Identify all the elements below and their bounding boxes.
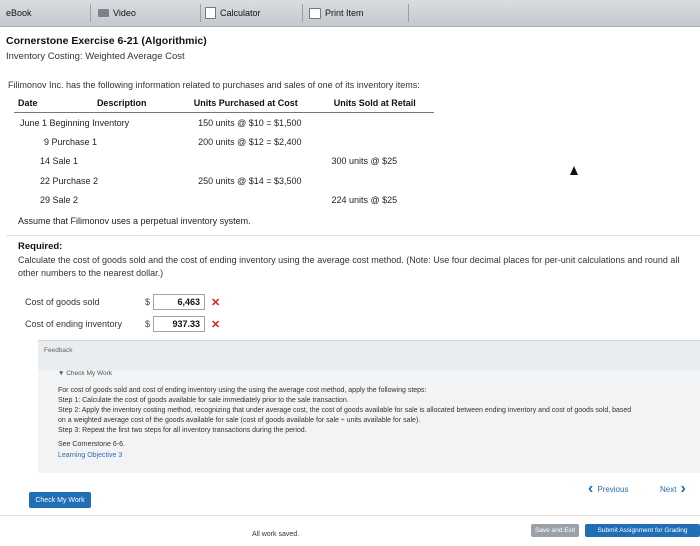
feedback-step-3: Step 3: Repeat the first two steps for a…	[58, 427, 307, 434]
cell-date: 9	[44, 137, 50, 148]
toolbar-divider	[408, 4, 409, 22]
page-title: Cornerstone Exercise 6-21 (Algorithmic)	[6, 35, 207, 47]
previous-label: Previous	[597, 484, 629, 494]
toolbar-divider	[200, 4, 201, 22]
check-my-work-button[interactable]: Check My Work	[29, 492, 91, 508]
table-header-row: Date Description Units Purchased at Cost…	[14, 94, 434, 113]
ending-inventory-input[interactable]: 937.33	[153, 316, 205, 332]
feedback-header[interactable]: Feedback	[38, 340, 700, 371]
print-button[interactable]: Print Item	[309, 0, 364, 26]
chevron-left-icon: ‹	[588, 480, 594, 497]
toolbar-divider	[302, 4, 303, 22]
column-header-description: Description	[67, 94, 177, 113]
column-header-date: Date	[14, 94, 68, 113]
feedback-line: For cost of goods sold and cost of endin…	[58, 387, 427, 394]
next-button[interactable]: Next ›	[660, 480, 686, 497]
print-icon	[309, 7, 321, 19]
column-header-units-sold: Units Sold at Retail	[315, 94, 434, 113]
cell-description: Purchase 2	[52, 175, 99, 186]
feedback-label: Feedback	[44, 347, 73, 354]
check-my-work-toggle[interactable]: ▼ Check My Work	[58, 370, 112, 377]
incorrect-x-icon: ✕	[211, 318, 221, 331]
next-label: Next	[660, 484, 677, 494]
cell-purchased	[176, 152, 315, 171]
feedback-step-2-cont: on a weighted average cost of the goods …	[58, 417, 421, 424]
table-row: 14 Sale 1 300 units @ $25	[14, 152, 434, 171]
page-subtitle: Inventory Costing: Weighted Average Cost	[6, 51, 185, 62]
cell-description: Sale 2	[52, 195, 79, 206]
print-label: Print Item	[325, 8, 364, 18]
calculator-label: Calculator	[220, 8, 261, 18]
cell-sold	[315, 113, 434, 133]
cell-sold: 300 units @ $25	[331, 156, 398, 167]
ebook-tab[interactable]: eBook	[6, 0, 32, 26]
cogs-currency: $	[145, 297, 151, 307]
video-label: Video	[113, 8, 136, 18]
footer-bar: All work saved. Save and Exit Submit Ass…	[0, 515, 700, 546]
table-row: June 1 Beginning Inventory 150 units @ $…	[14, 113, 434, 133]
cell-purchased: 250 units @ $14 = $3,500	[198, 175, 302, 186]
cell-date: 29	[40, 195, 51, 206]
cell-description: Sale 1	[52, 156, 79, 167]
cogs-input[interactable]: 6,463	[153, 294, 205, 310]
incorrect-x-icon: ✕	[211, 296, 221, 309]
table-cell-date-desc: June 1 Beginning Inventory	[14, 113, 176, 133]
required-label: Required:	[18, 241, 63, 252]
table-cell-date-desc: 9 Purchase 1	[14, 132, 176, 151]
assumption-text: Assume that Filimonov uses a perpetual i…	[18, 216, 251, 226]
ending-inventory-currency: $	[145, 319, 151, 329]
cogs-label: Cost of goods sold	[25, 297, 100, 307]
ebook-label: eBook	[6, 8, 32, 18]
feedback-step-1: Step 1: Calculate the cost of goods avai…	[58, 397, 349, 404]
table-row: 9 Purchase 1 200 units @ $12 = $2,400	[14, 132, 434, 151]
column-header-units-purchased: Units Purchased at Cost	[176, 94, 316, 113]
cell-purchased	[176, 191, 315, 210]
table-cell-date-desc: 22 Purchase 2	[14, 171, 176, 190]
learning-objective-link[interactable]: Learning Objective 3	[58, 452, 122, 459]
cell-date: 14	[40, 156, 51, 167]
video-icon	[98, 9, 109, 17]
cell-date: 22	[40, 175, 51, 186]
cogs-row: Cost of goods sold $ 6,463 ✕	[25, 294, 220, 310]
calculator-button[interactable]: Calculator	[205, 0, 261, 26]
cell-purchased: 150 units @ $10 = $1,500	[198, 117, 302, 128]
intro-text: Filimonov Inc. has the following informa…	[8, 80, 420, 90]
save-and-exit-button[interactable]: Save and Exit	[531, 524, 579, 537]
cell-description: Beginning Inventory	[49, 117, 130, 128]
video-button[interactable]: Video	[98, 0, 136, 26]
cell-sold	[315, 171, 434, 190]
cell-date: June 1	[20, 117, 48, 128]
top-toolbar: eBook Video Calculator Print Item	[0, 0, 700, 27]
ending-inventory-row: Cost of ending inventory $ 937.33 ✕	[25, 316, 220, 332]
cell-description: Purchase 1	[51, 137, 98, 148]
submit-assignment-button[interactable]: Submit Assignment for Grading	[585, 524, 700, 537]
table-cell-date-desc: 29 Sale 2	[14, 191, 176, 210]
cell-sold	[315, 132, 434, 151]
chevron-right-icon: ›	[680, 480, 686, 497]
table-row: 22 Purchase 2 250 units @ $14 = $3,500	[14, 171, 434, 190]
cell-purchased: 200 units @ $12 = $2,400	[198, 137, 302, 148]
ending-inventory-label: Cost of ending inventory	[25, 319, 123, 329]
instructions-text: Calculate the cost of goods sold and the…	[18, 255, 680, 278]
feedback-see-reference: See Cornerstone 6-6.	[58, 441, 125, 448]
feedback-step-2: Step 2: Apply the inventory costing meth…	[58, 407, 632, 414]
cell-sold: 224 units @ $25	[331, 195, 398, 206]
mouse-cursor-icon	[570, 166, 578, 175]
inventory-table: Date Description Units Purchased at Cost…	[14, 94, 434, 210]
table-row: 29 Sale 2 224 units @ $25	[14, 191, 434, 210]
required-section: Required: Calculate the cost of goods so…	[6, 235, 700, 339]
feedback-panel: ▼ Check My Work For cost of goods sold a…	[38, 370, 700, 473]
calculator-icon	[205, 7, 216, 19]
toolbar-divider	[90, 4, 91, 22]
table-cell-date-desc: 14 Sale 1	[14, 152, 176, 171]
save-status: All work saved.	[252, 531, 300, 538]
previous-button[interactable]: ‹ Previous	[588, 480, 629, 497]
